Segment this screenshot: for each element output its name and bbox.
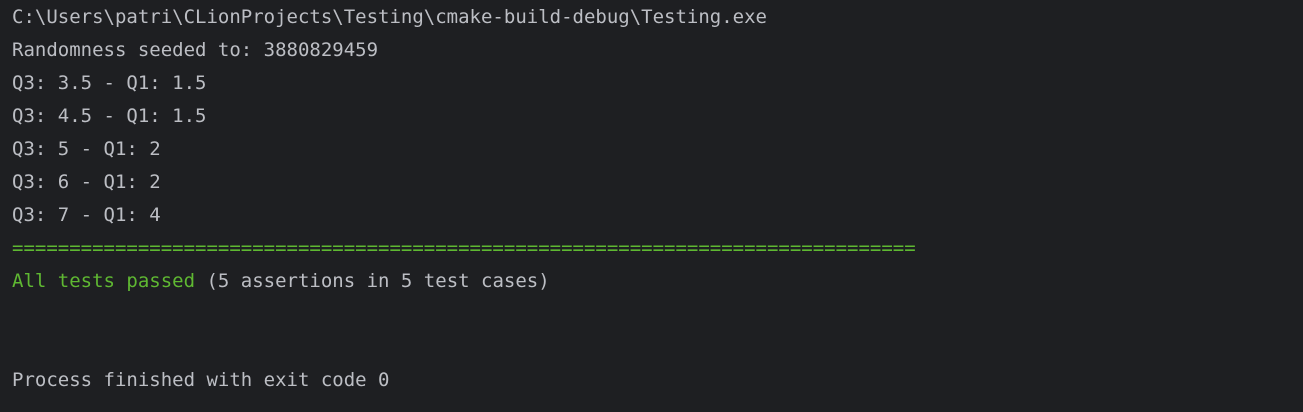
output-line: Q3: 7 - Q1: 4 (12, 204, 161, 226)
output-line: Q3: 4.5 - Q1: 1.5 (12, 105, 207, 127)
process-exit-line: Process finished with exit code 0 (12, 369, 390, 391)
output-line: Q3: 5 - Q1: 2 (12, 138, 161, 160)
run-console-output: C:\Users\patri\CLionProjects\Testing\cma… (12, 4, 1292, 400)
executable-path-line: C:\Users\patri\CLionProjects\Testing\cma… (12, 6, 767, 28)
assertions-summary-text: (5 assertions in 5 test cases) (195, 270, 550, 292)
output-line: Q3: 3.5 - Q1: 1.5 (12, 72, 207, 94)
test-summary-line: All tests passed (5 assertions in 5 test… (12, 268, 1292, 301)
output-line: Q3: 6 - Q1: 2 (12, 171, 161, 193)
seed-line: Randomness seeded to: 3880829459 (12, 39, 379, 61)
tests-passed-text: All tests passed (12, 270, 196, 292)
test-separator: ========================================… (12, 237, 916, 259)
